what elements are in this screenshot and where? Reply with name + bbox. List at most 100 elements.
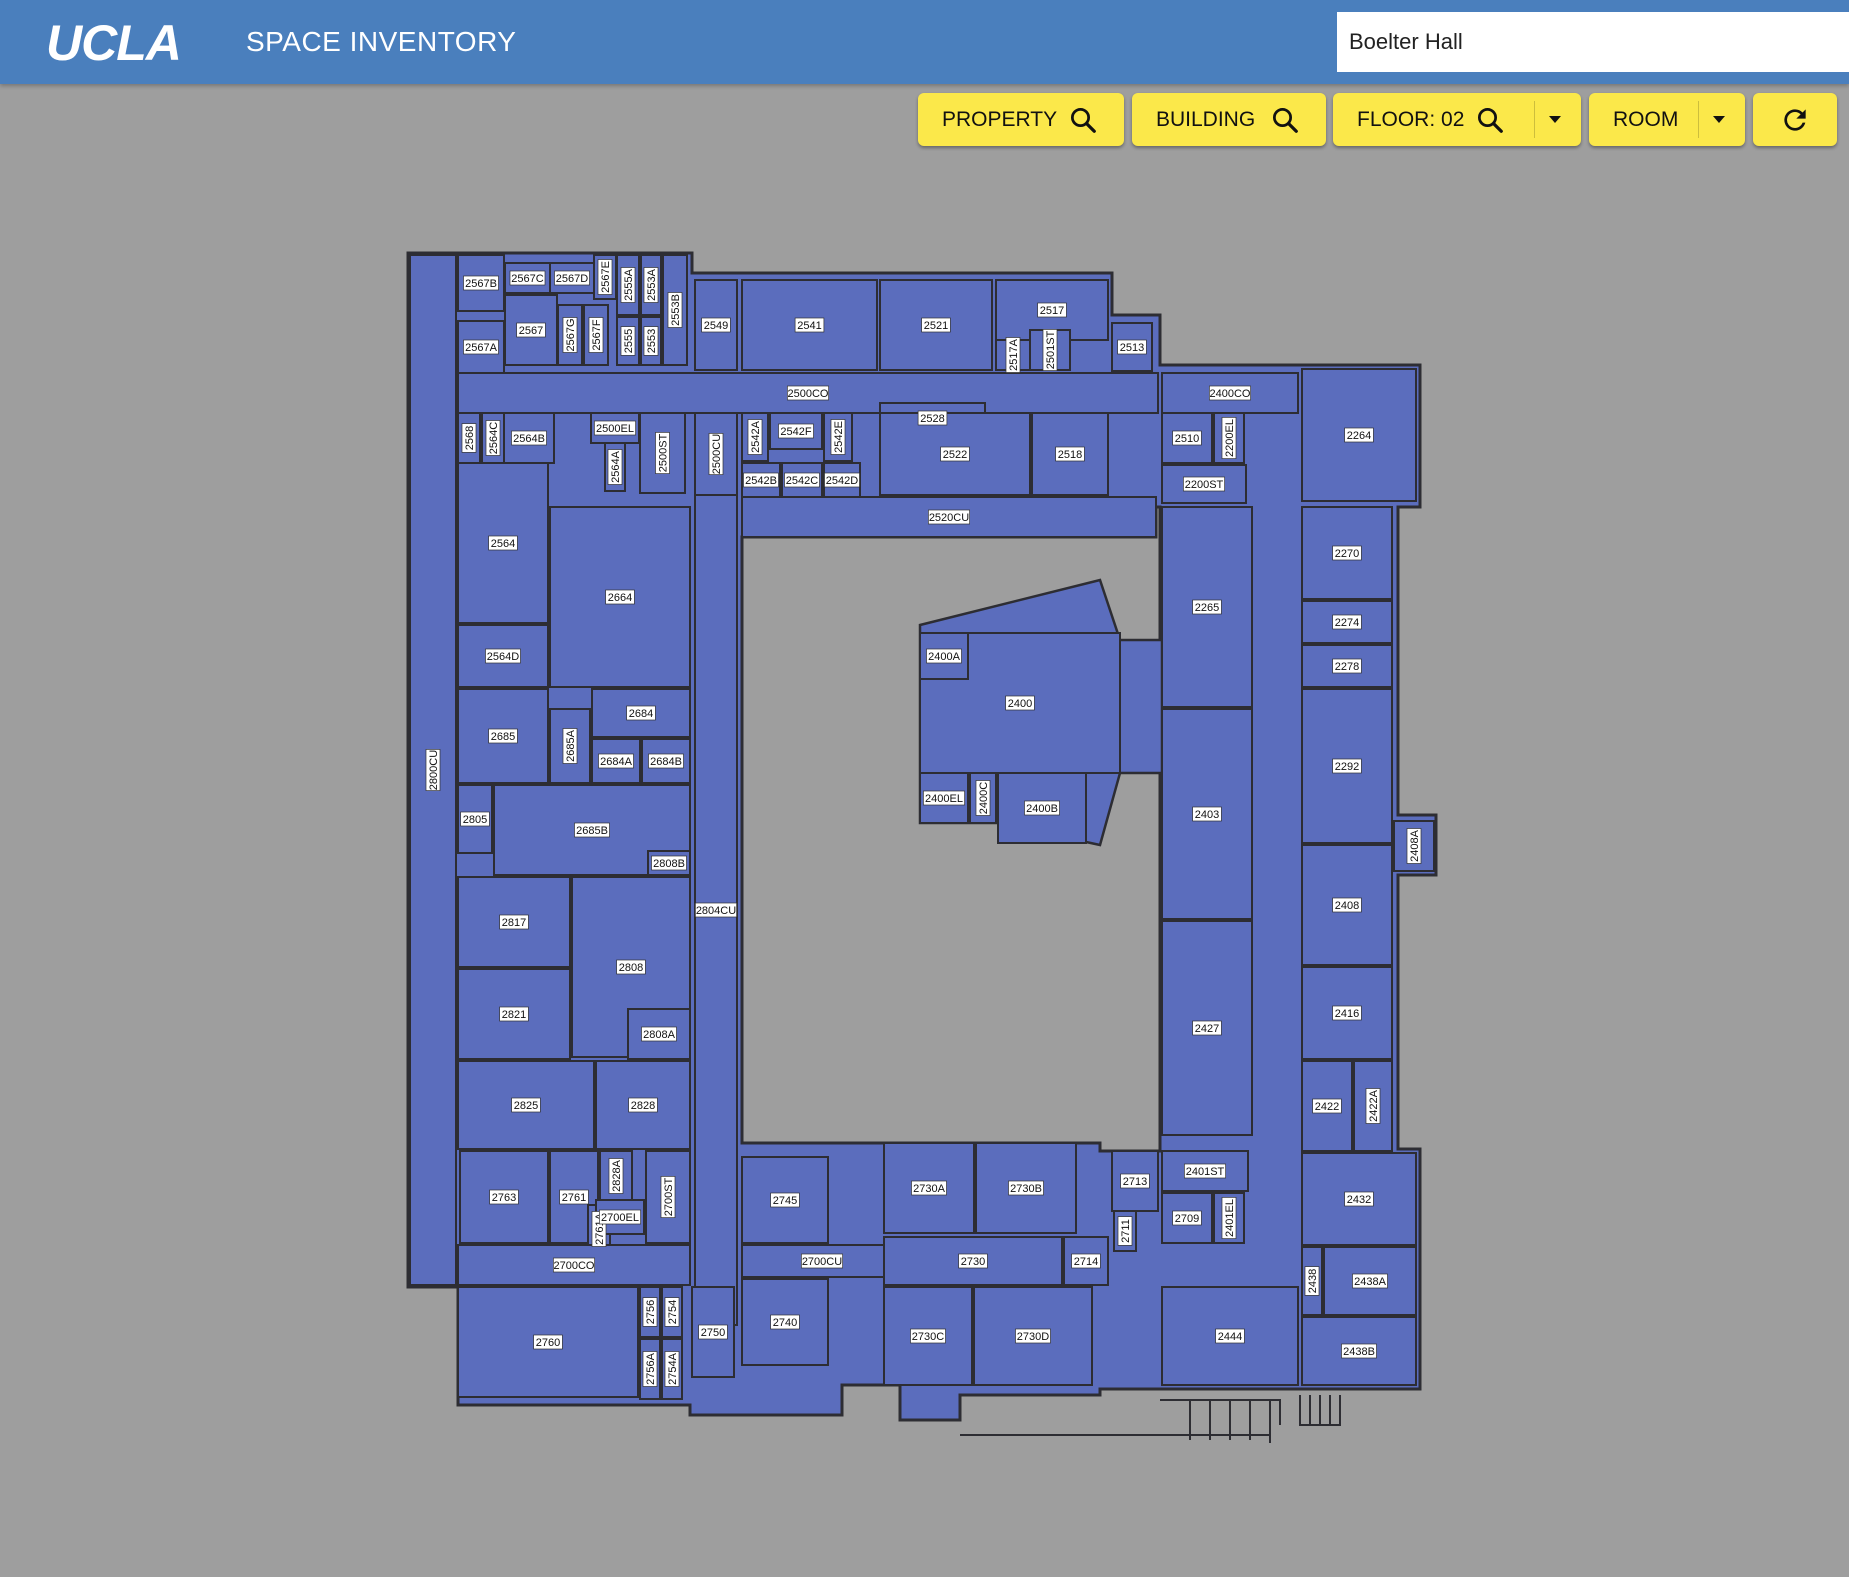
property-button-label: PROPERTY — [942, 107, 1058, 131]
header-bar: UCLA SPACE INVENTORY — [0, 0, 1849, 84]
room-label-2684: 2684 — [626, 705, 656, 721]
room-number: 2700CU — [802, 1256, 842, 1268]
floor-button-label: FLOOR: 02 — [1357, 107, 1465, 131]
room-label-2754: 2754 — [664, 1297, 680, 1327]
room-label-2542F: 2542F — [778, 423, 814, 439]
room-number: 2828A — [611, 1159, 623, 1191]
room-label-2828: 2828 — [628, 1097, 658, 1113]
room-number: 2711 — [1120, 1219, 1132, 1243]
room-number: 2745 — [773, 1195, 797, 1207]
app-title: SPACE INVENTORY — [246, 26, 517, 57]
room-label-2501ST: 2501ST — [1042, 329, 1058, 371]
room-label-2567E: 2567E — [597, 259, 613, 295]
room-number: 2510 — [1175, 433, 1199, 445]
room-label-2553: 2553 — [643, 326, 659, 356]
room-label-2821: 2821 — [499, 1006, 529, 1022]
room-label-2564D: 2564D — [485, 648, 521, 664]
room-label-2685B: 2685B — [574, 822, 610, 838]
room-number: 2567G — [565, 318, 577, 351]
room-label-2438B: 2438B — [1341, 1343, 1377, 1359]
room-number: 2730 — [961, 1256, 985, 1268]
room-number: 2549 — [704, 320, 728, 332]
room-label-2817: 2817 — [499, 914, 529, 930]
room-number: 2685B — [576, 825, 608, 837]
room-label-2567B: 2567B — [463, 275, 499, 291]
room-number: 2754 — [667, 1300, 679, 1324]
room-label-2528: 2528 — [917, 410, 948, 426]
ucla-logo[interactable]: UCLA — [46, 14, 182, 72]
room-number: 2501ST — [1045, 330, 1057, 369]
room-number: 2567E — [600, 261, 612, 293]
room-number: 2444 — [1218, 1331, 1242, 1343]
room-number: 2541 — [797, 320, 821, 332]
room-number: 2567F — [591, 319, 603, 350]
room-number: 2432 — [1347, 1194, 1371, 1206]
property-button[interactable]: PROPERTY — [918, 93, 1124, 146]
room-number: 2422A — [1368, 1089, 1380, 1121]
room-label-2518: 2518 — [1055, 446, 1085, 462]
room-number: 2518 — [1058, 449, 1082, 461]
room-number: 2564D — [487, 651, 519, 663]
floor-button[interactable]: FLOOR: 02 — [1333, 93, 1581, 146]
room-number: 2528 — [920, 413, 944, 425]
room-number: 2700EL — [601, 1212, 639, 1224]
room-label-2808B: 2808B — [651, 855, 687, 871]
room-number: 2567C — [511, 273, 543, 285]
search-input[interactable] — [1337, 12, 1849, 72]
room-number: 2542A — [750, 420, 762, 452]
room-number: 2730C — [912, 1331, 944, 1343]
room-label-2828A: 2828A — [608, 1158, 624, 1194]
search-icon[interactable] — [1475, 105, 1505, 135]
room-label-2292: 2292 — [1332, 758, 1362, 774]
room-label-2278: 2278 — [1332, 658, 1362, 674]
room-number: 2808A — [643, 1029, 675, 1041]
refresh-button[interactable] — [1753, 93, 1837, 146]
room-label-2401ST: 2401ST — [1184, 1163, 1226, 1179]
room-label-2804CU: 2804CU — [695, 902, 737, 918]
search-icon — [1270, 105, 1300, 135]
room-number: 2567 — [519, 325, 543, 337]
room-number: 2542B — [745, 475, 777, 487]
room-label-2422A: 2422A — [1365, 1088, 1381, 1124]
room-number: 2740 — [773, 1317, 797, 1329]
room-number: 2804CU — [696, 905, 736, 917]
room-number: 2521 — [924, 320, 948, 332]
room-number: 2567B — [465, 278, 497, 290]
building-button[interactable]: BUILDING — [1132, 93, 1326, 146]
room-label-2756A: 2756A — [642, 1351, 658, 1387]
room-label-2541: 2541 — [794, 317, 825, 333]
caret-down-icon[interactable] — [1711, 113, 1727, 125]
caret-down-icon[interactable] — [1547, 113, 1563, 125]
room-label-2564B: 2564B — [511, 430, 547, 446]
room-label-2664: 2664 — [605, 589, 635, 605]
room-label-2714: 2714 — [1071, 1253, 1101, 1269]
room-number: 2756A — [645, 1352, 657, 1384]
room-number: 2438B — [1343, 1346, 1375, 1358]
room-label-2805: 2805 — [460, 811, 490, 827]
room-label-2521: 2521 — [921, 317, 951, 333]
room-label-2567C: 2567C — [509, 270, 546, 286]
room-label-2567A: 2567A — [463, 339, 499, 355]
floor-plan-map[interactable]: 2567C 2567D 2567E 2567B 2567A 2567 2567G 2567F 2… — [400, 245, 1450, 1455]
room-label-2567G: 2567G — [562, 317, 578, 353]
building-button-label: BUILDING — [1156, 107, 1256, 131]
room-number: 2522 — [943, 449, 967, 461]
room-number: 2808B — [653, 858, 685, 870]
room-number: 2265 — [1195, 602, 1219, 614]
search-icon — [1068, 105, 1098, 135]
room-label-2700ST: 2700ST — [660, 1176, 676, 1218]
room-number: 2517A — [1008, 338, 1020, 370]
room-number: 2401ST — [1186, 1166, 1225, 1178]
button-divider — [1534, 101, 1535, 138]
refresh-icon — [1779, 104, 1811, 136]
room-label-2400A: 2400A — [926, 648, 962, 664]
button-divider — [1698, 101, 1699, 138]
room-label-2763: 2763 — [489, 1189, 519, 1205]
room-label-2401EL: 2401EL — [1221, 1197, 1237, 1239]
room-number: 2568 — [464, 426, 476, 450]
room-label-2274: 2274 — [1332, 614, 1362, 630]
room-button[interactable]: ROOM — [1589, 93, 1745, 146]
room-number: 2685 — [491, 731, 515, 743]
room-number: 2500ST — [658, 433, 670, 472]
room-number: 2403 — [1195, 809, 1219, 821]
